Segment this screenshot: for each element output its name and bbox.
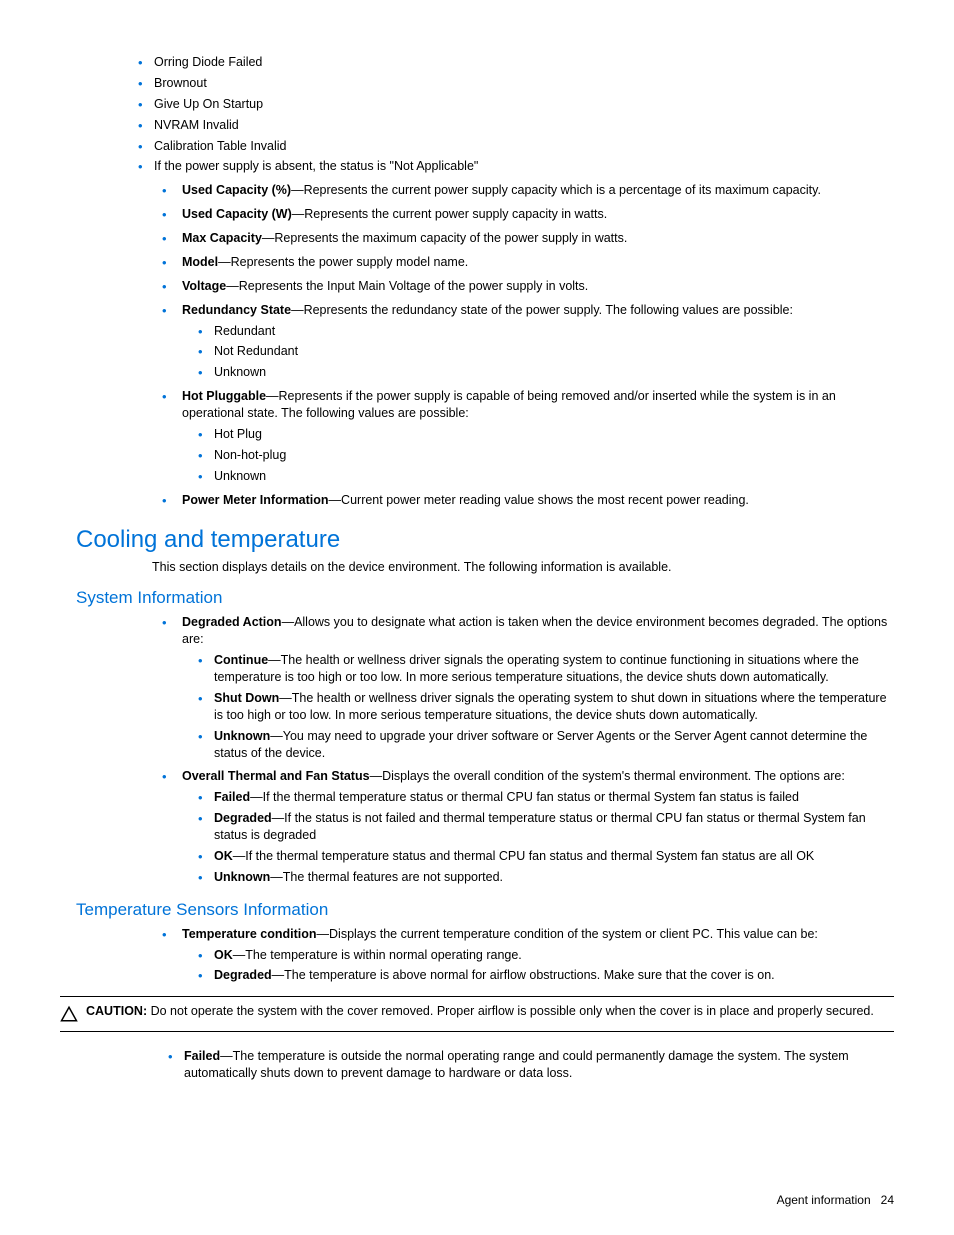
list-item: Power Meter Information—Current power me… (152, 492, 894, 509)
list-item: Unknown (186, 468, 894, 485)
list-item: Orring Diode Failed (126, 54, 894, 71)
list-item: Redundancy State—Represents the redundan… (152, 302, 894, 382)
list-item: Max Capacity—Represents the maximum capa… (152, 230, 894, 247)
list-item: Unknown—The thermal features are not sup… (186, 869, 894, 886)
footer-page: 24 (881, 1193, 894, 1207)
power-supply-defs: Used Capacity (%)—Represents the current… (60, 182, 894, 508)
list-item: Orring Diode Failed Brownout Give Up On … (152, 54, 894, 175)
list-item: Temperature condition—Displays the curre… (152, 926, 894, 985)
page: Orring Diode Failed Brownout Give Up On … (0, 0, 954, 1235)
footer-label: Agent information (777, 1193, 871, 1207)
caution-label: CAUTION: (86, 1004, 147, 1018)
list-item: Non-hot-plug (186, 447, 894, 464)
list-item: Failed—The temperature is outside the no… (156, 1048, 894, 1082)
list-item: Failed—If the thermal temperature status… (186, 789, 894, 806)
list-item: OK—If the thermal temperature status and… (186, 848, 894, 865)
list-item: Voltage—Represents the Input Main Voltag… (152, 278, 894, 295)
temp-sensors-list-cont: Failed—The temperature is outside the no… (60, 1048, 894, 1082)
list-item: Failed—The temperature is outside the no… (152, 1048, 894, 1082)
heading-cooling: Cooling and temperature (76, 526, 894, 554)
caution-icon (60, 1005, 78, 1023)
list-item: OK—The temperature is within normal oper… (186, 947, 894, 964)
list-item: Model—Represents the power supply model … (152, 254, 894, 271)
list-item: NVRAM Invalid (126, 117, 894, 134)
list-item: Calibration Table Invalid (126, 138, 894, 155)
list-item: Continue—The health or wellness driver s… (186, 652, 894, 686)
caution-body: Do not operate the system with the cover… (147, 1004, 874, 1018)
list-item: Give Up On Startup (126, 96, 894, 113)
page-footer: Agent information 24 (777, 1193, 894, 1207)
list-item: Not Redundant (186, 343, 894, 360)
list-item: Used Capacity (%)—Represents the current… (152, 182, 894, 199)
list-item: Hot Plug (186, 426, 894, 443)
temp-sensors-list: Temperature condition—Displays the curre… (60, 926, 894, 985)
list-item: Hot Pluggable—Represents if the power su… (152, 388, 894, 484)
power-supply-list: Orring Diode Failed Brownout Give Up On … (60, 54, 894, 175)
list-item: Brownout (126, 75, 894, 92)
list-item: Unknown (186, 364, 894, 381)
list-item: Degraded Action—Allows you to designate … (152, 614, 894, 761)
list-item: Degraded—If the status is not failed and… (186, 810, 894, 844)
list-item: Used Capacity (W)—Represents the current… (152, 206, 894, 223)
heading-temp-sensors: Temperature Sensors Information (76, 900, 894, 920)
list-item: Unknown—You may need to upgrade your dri… (186, 728, 894, 762)
intro-text: This section displays details on the dev… (152, 560, 894, 574)
list-item: Degraded—The temperature is above normal… (186, 967, 894, 984)
list-item: Redundant (186, 323, 894, 340)
list-item: If the power supply is absent, the statu… (126, 158, 894, 175)
heading-system-info: System Information (76, 588, 894, 608)
caution-block: CAUTION: Do not operate the system with … (60, 996, 894, 1032)
list-item: Overall Thermal and Fan Status—Displays … (152, 768, 894, 885)
caution-text: CAUTION: Do not operate the system with … (86, 1003, 894, 1020)
system-info-list: Degraded Action—Allows you to designate … (60, 614, 894, 885)
list-item: Shut Down—The health or wellness driver … (186, 690, 894, 724)
